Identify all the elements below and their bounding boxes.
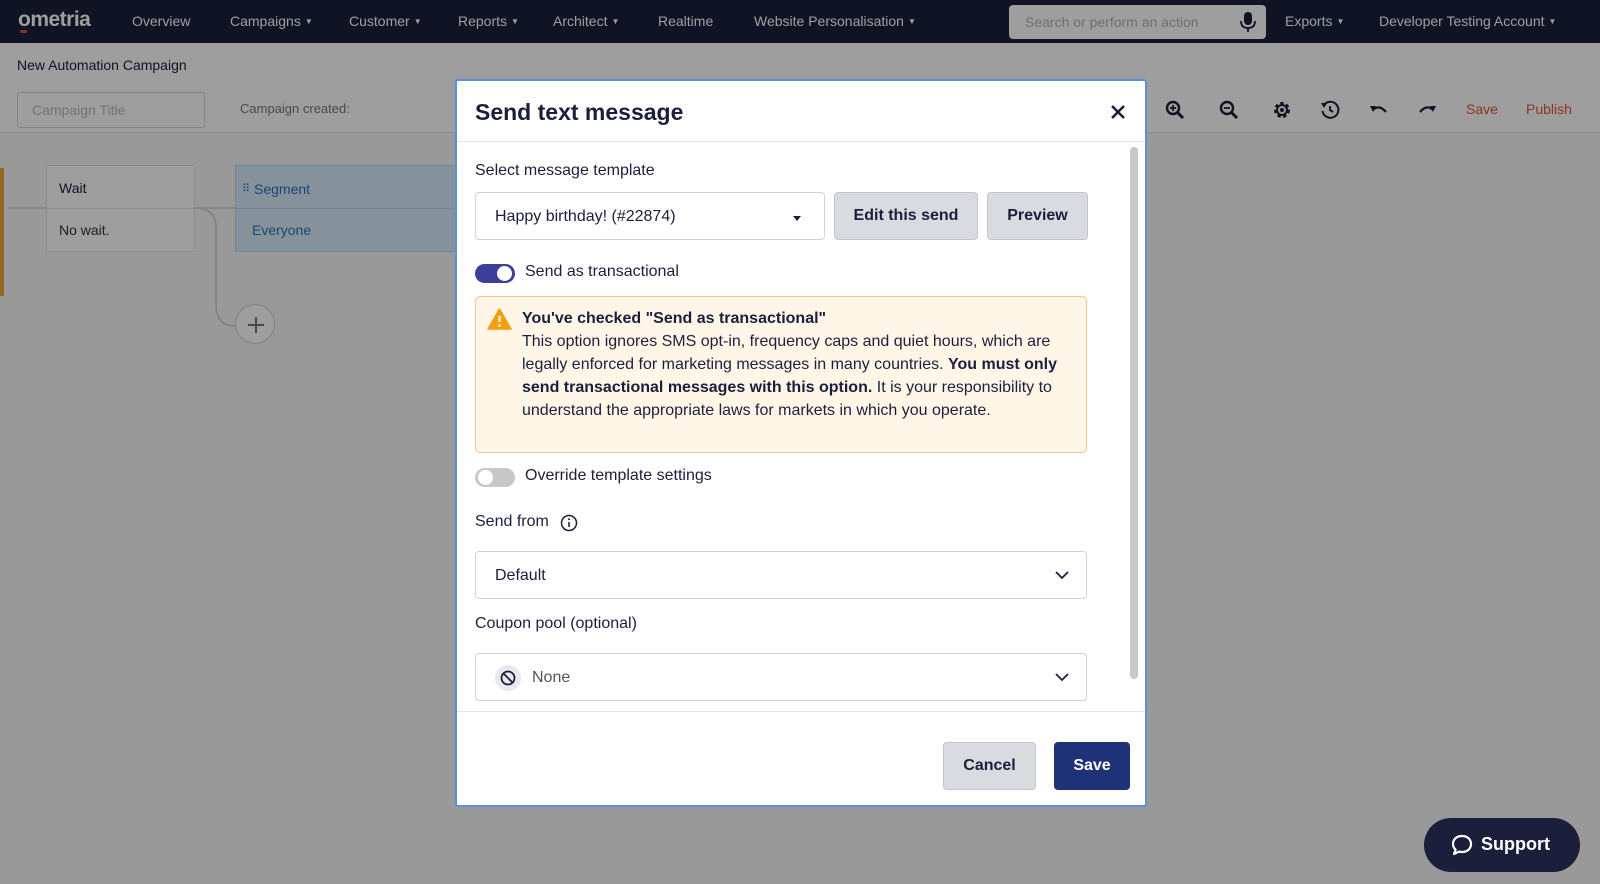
transactional-label: Send as transactional — [525, 263, 679, 280]
coupon-pool-value: None — [532, 669, 571, 686]
cancel-button[interactable]: Cancel — [943, 742, 1036, 790]
warning-text: You've checked "Send as transactional" T… — [522, 307, 1074, 422]
chevron-down-icon — [1055, 673, 1069, 682]
warning-title: You've checked "Send as transactional" — [522, 310, 827, 327]
template-label: Select message template — [475, 162, 655, 179]
modal-scrollbar-thumb[interactable] — [1130, 147, 1138, 679]
edit-send-button[interactable]: Edit this send — [834, 192, 978, 240]
transactional-warning: You've checked "Send as transactional" T… — [475, 296, 1087, 453]
send-text-message-modal: Send text message Select message templat… — [455, 79, 1147, 807]
send-from-value: Default — [495, 567, 546, 584]
coupon-pool-label: Coupon pool (optional) — [475, 615, 637, 632]
transactional-toggle[interactable] — [475, 264, 515, 283]
support-button[interactable]: Support — [1424, 818, 1580, 872]
modal-divider — [457, 141, 1145, 142]
preview-button[interactable]: Preview — [987, 192, 1088, 240]
send-from-label: Send from — [475, 513, 549, 530]
no-coupon-icon-bg — [495, 665, 521, 691]
triangle-down-icon — [793, 216, 801, 221]
save-button[interactable]: Save — [1054, 742, 1130, 790]
prohibited-icon — [500, 670, 516, 686]
send-from-select[interactable]: Default — [475, 551, 1087, 599]
modal-footer-divider — [457, 711, 1145, 712]
modal-title: Send text message — [475, 99, 684, 125]
support-label: Support — [1481, 834, 1550, 854]
toggle-knob — [497, 266, 512, 281]
close-icon[interactable] — [1106, 100, 1130, 124]
chat-bubble-icon — [1451, 834, 1473, 856]
override-toggle[interactable] — [475, 468, 515, 487]
toggle-knob — [478, 470, 493, 485]
warning-icon — [487, 308, 512, 330]
template-select[interactable]: Happy birthday! (#22874) — [475, 192, 825, 240]
override-label: Override template settings — [525, 467, 712, 484]
template-value: Happy birthday! (#22874) — [495, 208, 676, 225]
chevron-down-icon — [1055, 571, 1069, 580]
info-icon[interactable] — [560, 514, 578, 532]
coupon-pool-select[interactable]: None — [475, 653, 1087, 701]
